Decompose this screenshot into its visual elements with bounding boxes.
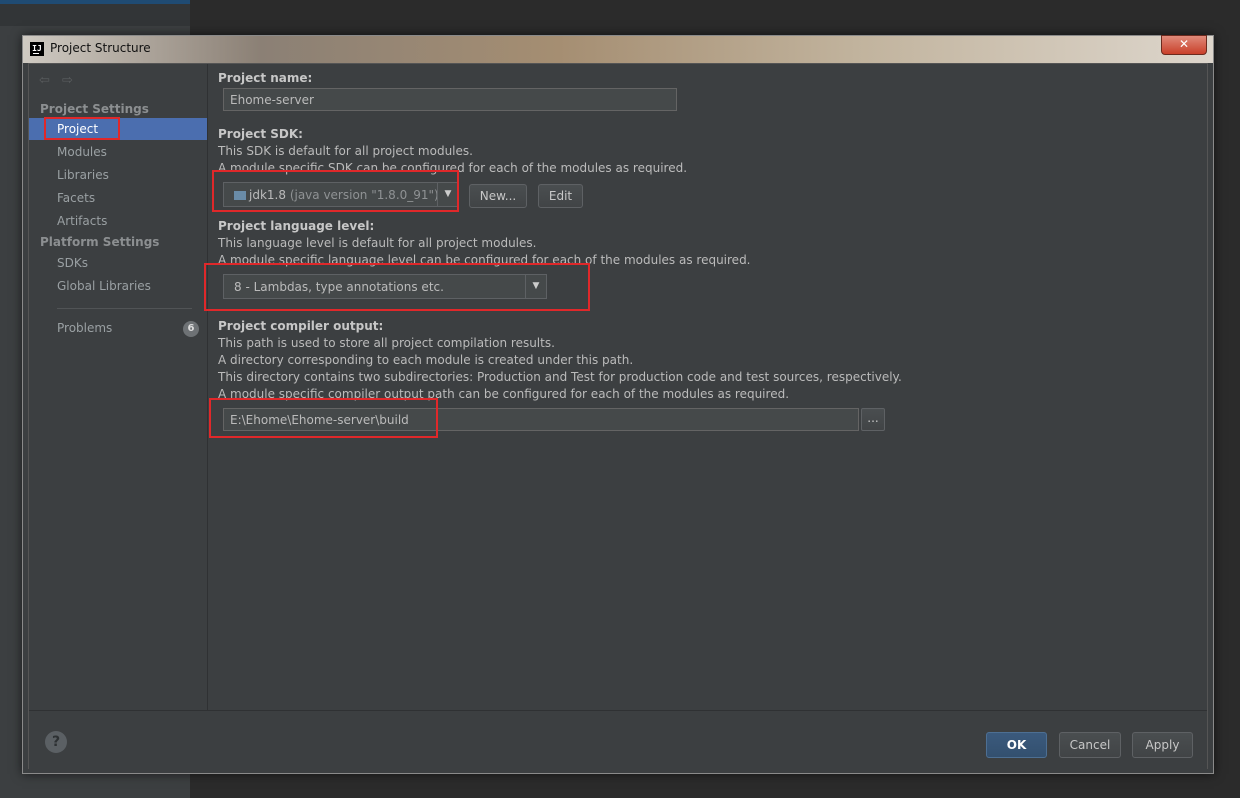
language-level-label: Project language level:: [218, 219, 375, 233]
project-structure-dialog: IJ Project Structure ✕ ⇦ ⇨ Project Setti…: [22, 35, 1214, 774]
compiler-output-label: Project compiler output:: [218, 319, 384, 333]
problems-count-badge: 6: [183, 321, 199, 337]
sidebar-divider: [57, 308, 192, 309]
sidebar-item-artifacts[interactable]: Artifacts: [57, 214, 107, 228]
help-icon[interactable]: ?: [45, 731, 67, 753]
highlight-box-output: [209, 398, 438, 438]
sidebar-item-global-libraries[interactable]: Global Libraries: [57, 279, 151, 293]
highlight-box-language: [204, 263, 590, 311]
output-description-1: This path is used to store all project c…: [218, 336, 555, 350]
language-description-1: This language level is default for all p…: [218, 236, 537, 250]
sidebar-item-facets[interactable]: Facets: [57, 191, 95, 205]
output-description-3: This directory contains two subdirectori…: [218, 370, 902, 384]
highlight-box-sdk: [212, 170, 459, 212]
dialog-body: ⇦ ⇨ Project Settings Project Modules Lib…: [28, 63, 1208, 769]
apply-button[interactable]: Apply: [1132, 732, 1193, 758]
project-name-label: Project name:: [218, 71, 313, 85]
forward-arrow-icon[interactable]: ⇨: [62, 73, 73, 88]
output-description-2: A directory corresponding to each module…: [218, 353, 634, 367]
platform-settings-header: Platform Settings: [40, 235, 160, 249]
project-settings-panel: Project name: Ehome-server Project SDK: …: [204, 64, 1208, 710]
highlight-box-project: [44, 117, 120, 140]
sidebar: ⇦ ⇨ Project Settings Project Modules Lib…: [29, 64, 208, 710]
new-sdk-button[interactable]: New...: [469, 184, 527, 208]
sdk-description-1: This SDK is default for all project modu…: [218, 144, 473, 158]
title-bar[interactable]: IJ Project Structure ✕: [23, 35, 1213, 63]
intellij-icon: IJ: [30, 42, 44, 56]
sidebar-item-libraries[interactable]: Libraries: [57, 168, 109, 182]
sidebar-item-modules[interactable]: Modules: [57, 145, 107, 159]
sidebar-item-problems[interactable]: Problems: [57, 321, 112, 335]
project-name-input[interactable]: Ehome-server: [223, 88, 677, 111]
sidebar-item-sdks[interactable]: SDKs: [57, 256, 88, 270]
back-arrow-icon[interactable]: ⇦: [39, 73, 50, 88]
nav-arrows: ⇦ ⇨: [39, 73, 81, 88]
cancel-button[interactable]: Cancel: [1059, 732, 1121, 758]
browse-button[interactable]: ...: [861, 408, 885, 431]
edit-sdk-button[interactable]: Edit: [538, 184, 583, 208]
project-sdk-label: Project SDK:: [218, 127, 303, 141]
ok-button[interactable]: OK: [986, 732, 1047, 758]
close-button[interactable]: ✕: [1161, 35, 1207, 55]
project-settings-header: Project Settings: [40, 102, 149, 116]
ide-background-toolbar: [0, 4, 190, 26]
dialog-footer: ? OK Cancel Apply: [29, 710, 1207, 769]
window-title: Project Structure: [50, 41, 151, 55]
